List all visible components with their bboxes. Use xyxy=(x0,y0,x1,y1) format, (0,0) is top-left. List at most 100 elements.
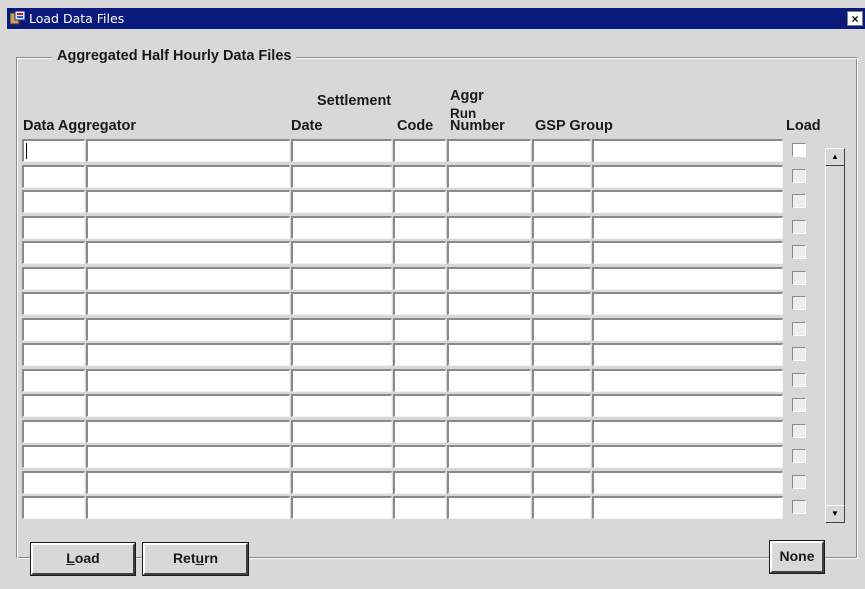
data-aggregator-name-field[interactable] xyxy=(86,343,290,366)
gsp-group-name-field[interactable] xyxy=(592,139,783,162)
aggr-run-number-field[interactable] xyxy=(447,267,531,290)
load-checkbox[interactable] xyxy=(792,220,806,234)
data-aggregator-name-field[interactable] xyxy=(86,369,290,392)
data-aggregator-name-field[interactable] xyxy=(86,292,290,315)
data-aggregator-id-field[interactable] xyxy=(22,241,85,264)
data-aggregator-name-field[interactable] xyxy=(86,318,290,341)
aggr-run-number-field[interactable] xyxy=(447,318,531,341)
settlement-date-field[interactable] xyxy=(291,318,392,341)
close-icon[interactable]: × xyxy=(847,11,863,26)
settlement-code-field[interactable] xyxy=(393,318,446,341)
gsp-group-name-field[interactable] xyxy=(592,420,783,443)
aggr-run-number-field[interactable] xyxy=(447,369,531,392)
load-checkbox[interactable] xyxy=(792,424,806,438)
settlement-date-field[interactable] xyxy=(291,471,392,494)
gsp-group-id-field[interactable] xyxy=(532,165,591,188)
gsp-group-id-field[interactable] xyxy=(532,420,591,443)
aggr-run-number-field[interactable] xyxy=(447,216,531,239)
settlement-code-field[interactable] xyxy=(393,292,446,315)
scroll-up-icon[interactable]: ▲ xyxy=(825,148,845,166)
settlement-code-field[interactable] xyxy=(393,139,446,162)
data-aggregator-id-field[interactable] xyxy=(22,369,85,392)
gsp-group-name-field[interactable] xyxy=(592,445,783,468)
data-aggregator-name-field[interactable] xyxy=(86,241,290,264)
data-aggregator-id-field[interactable] xyxy=(22,267,85,290)
data-aggregator-id-field[interactable] xyxy=(22,139,85,162)
settlement-code-field[interactable] xyxy=(393,343,446,366)
data-aggregator-name-field[interactable] xyxy=(86,139,290,162)
gsp-group-id-field[interactable] xyxy=(532,343,591,366)
gsp-group-name-field[interactable] xyxy=(592,267,783,290)
data-aggregator-name-field[interactable] xyxy=(86,471,290,494)
data-aggregator-id-field[interactable] xyxy=(22,496,85,519)
aggr-run-number-field[interactable] xyxy=(447,292,531,315)
settlement-code-field[interactable] xyxy=(393,420,446,443)
data-aggregator-id-field[interactable] xyxy=(22,165,85,188)
data-aggregator-name-field[interactable] xyxy=(86,420,290,443)
gsp-group-id-field[interactable] xyxy=(532,394,591,417)
settlement-date-field[interactable] xyxy=(291,445,392,468)
data-aggregator-id-field[interactable] xyxy=(22,216,85,239)
data-aggregator-id-field[interactable] xyxy=(22,292,85,315)
gsp-group-id-field[interactable] xyxy=(532,471,591,494)
settlement-date-field[interactable] xyxy=(291,216,392,239)
settlement-date-field[interactable] xyxy=(291,267,392,290)
gsp-group-name-field[interactable] xyxy=(592,241,783,264)
aggr-run-number-field[interactable] xyxy=(447,343,531,366)
settlement-date-field[interactable] xyxy=(291,165,392,188)
settlement-date-field[interactable] xyxy=(291,292,392,315)
gsp-group-id-field[interactable] xyxy=(532,292,591,315)
data-aggregator-name-field[interactable] xyxy=(86,394,290,417)
settlement-date-field[interactable] xyxy=(291,496,392,519)
settlement-code-field[interactable] xyxy=(393,369,446,392)
data-aggregator-name-field[interactable] xyxy=(86,190,290,213)
gsp-group-id-field[interactable] xyxy=(532,241,591,264)
gsp-group-name-field[interactable] xyxy=(592,394,783,417)
data-aggregator-id-field[interactable] xyxy=(22,420,85,443)
gsp-group-name-field[interactable] xyxy=(592,369,783,392)
settlement-code-field[interactable] xyxy=(393,241,446,264)
settlement-date-field[interactable] xyxy=(291,369,392,392)
gsp-group-name-field[interactable] xyxy=(592,496,783,519)
aggr-run-number-field[interactable] xyxy=(447,139,531,162)
aggr-run-number-field[interactable] xyxy=(447,471,531,494)
data-aggregator-id-field[interactable] xyxy=(22,471,85,494)
settlement-code-field[interactable] xyxy=(393,471,446,494)
aggr-run-number-field[interactable] xyxy=(447,241,531,264)
data-aggregator-id-field[interactable] xyxy=(22,445,85,468)
aggr-run-number-field[interactable] xyxy=(447,496,531,519)
settlement-date-field[interactable] xyxy=(291,190,392,213)
data-aggregator-id-field[interactable] xyxy=(22,394,85,417)
none-button[interactable]: None xyxy=(770,541,824,573)
load-checkbox[interactable] xyxy=(792,271,806,285)
scrollbar[interactable]: ▲ ▼ xyxy=(825,145,845,523)
gsp-group-id-field[interactable] xyxy=(532,267,591,290)
load-checkbox[interactable] xyxy=(792,347,806,361)
settlement-code-field[interactable] xyxy=(393,496,446,519)
load-checkbox[interactable] xyxy=(792,322,806,336)
gsp-group-id-field[interactable] xyxy=(532,139,591,162)
data-aggregator-name-field[interactable] xyxy=(86,165,290,188)
return-button[interactable]: Return xyxy=(143,543,248,575)
gsp-group-name-field[interactable] xyxy=(592,343,783,366)
data-aggregator-name-field[interactable] xyxy=(86,445,290,468)
aggr-run-number-field[interactable] xyxy=(447,445,531,468)
gsp-group-id-field[interactable] xyxy=(532,216,591,239)
gsp-group-name-field[interactable] xyxy=(592,471,783,494)
load-checkbox[interactable] xyxy=(792,475,806,489)
settlement-code-field[interactable] xyxy=(393,190,446,213)
gsp-group-name-field[interactable] xyxy=(592,292,783,315)
load-checkbox[interactable] xyxy=(792,245,806,259)
settlement-date-field[interactable] xyxy=(291,241,392,264)
aggr-run-number-field[interactable] xyxy=(447,420,531,443)
load-checkbox[interactable] xyxy=(792,373,806,387)
load-checkbox[interactable] xyxy=(792,169,806,183)
data-aggregator-name-field[interactable] xyxy=(86,267,290,290)
load-checkbox[interactable] xyxy=(792,296,806,310)
gsp-group-name-field[interactable] xyxy=(592,318,783,341)
settlement-date-field[interactable] xyxy=(291,394,392,417)
settlement-code-field[interactable] xyxy=(393,165,446,188)
data-aggregator-id-field[interactable] xyxy=(22,343,85,366)
settlement-code-field[interactable] xyxy=(393,216,446,239)
load-checkbox[interactable] xyxy=(792,449,806,463)
